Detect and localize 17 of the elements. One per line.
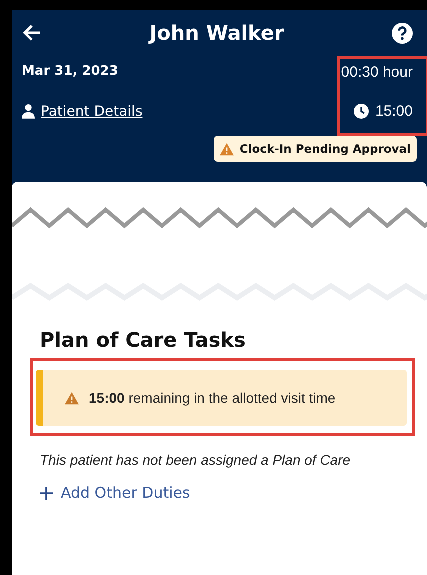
visit-duration: 00:30 hour [341,64,413,81]
section-title: Plan of Care Tasks [40,328,247,352]
screen-title: John Walker [150,21,284,45]
clock-icon [354,104,370,119]
plus-icon [40,486,53,500]
warning-icon [65,392,79,404]
help-icon[interactable] [392,22,413,44]
person-icon [22,104,35,119]
warning-icon [220,142,234,156]
visit-date: Mar 31, 2023 [22,64,118,81]
status-badge: Clock-In Pending Approval [214,136,417,162]
add-other-duties-button[interactable]: Add Other Duties [40,484,190,502]
time-remaining-alert: 15:00 remaining in the allotted visit time [36,370,407,426]
no-plan-message: This patient has not been assigned a Plan of Care [40,452,352,468]
visit-time: 15:00 [375,103,413,120]
patient-details-link[interactable]: Patient Details [22,104,143,120]
back-arrow-icon[interactable] [22,23,42,43]
